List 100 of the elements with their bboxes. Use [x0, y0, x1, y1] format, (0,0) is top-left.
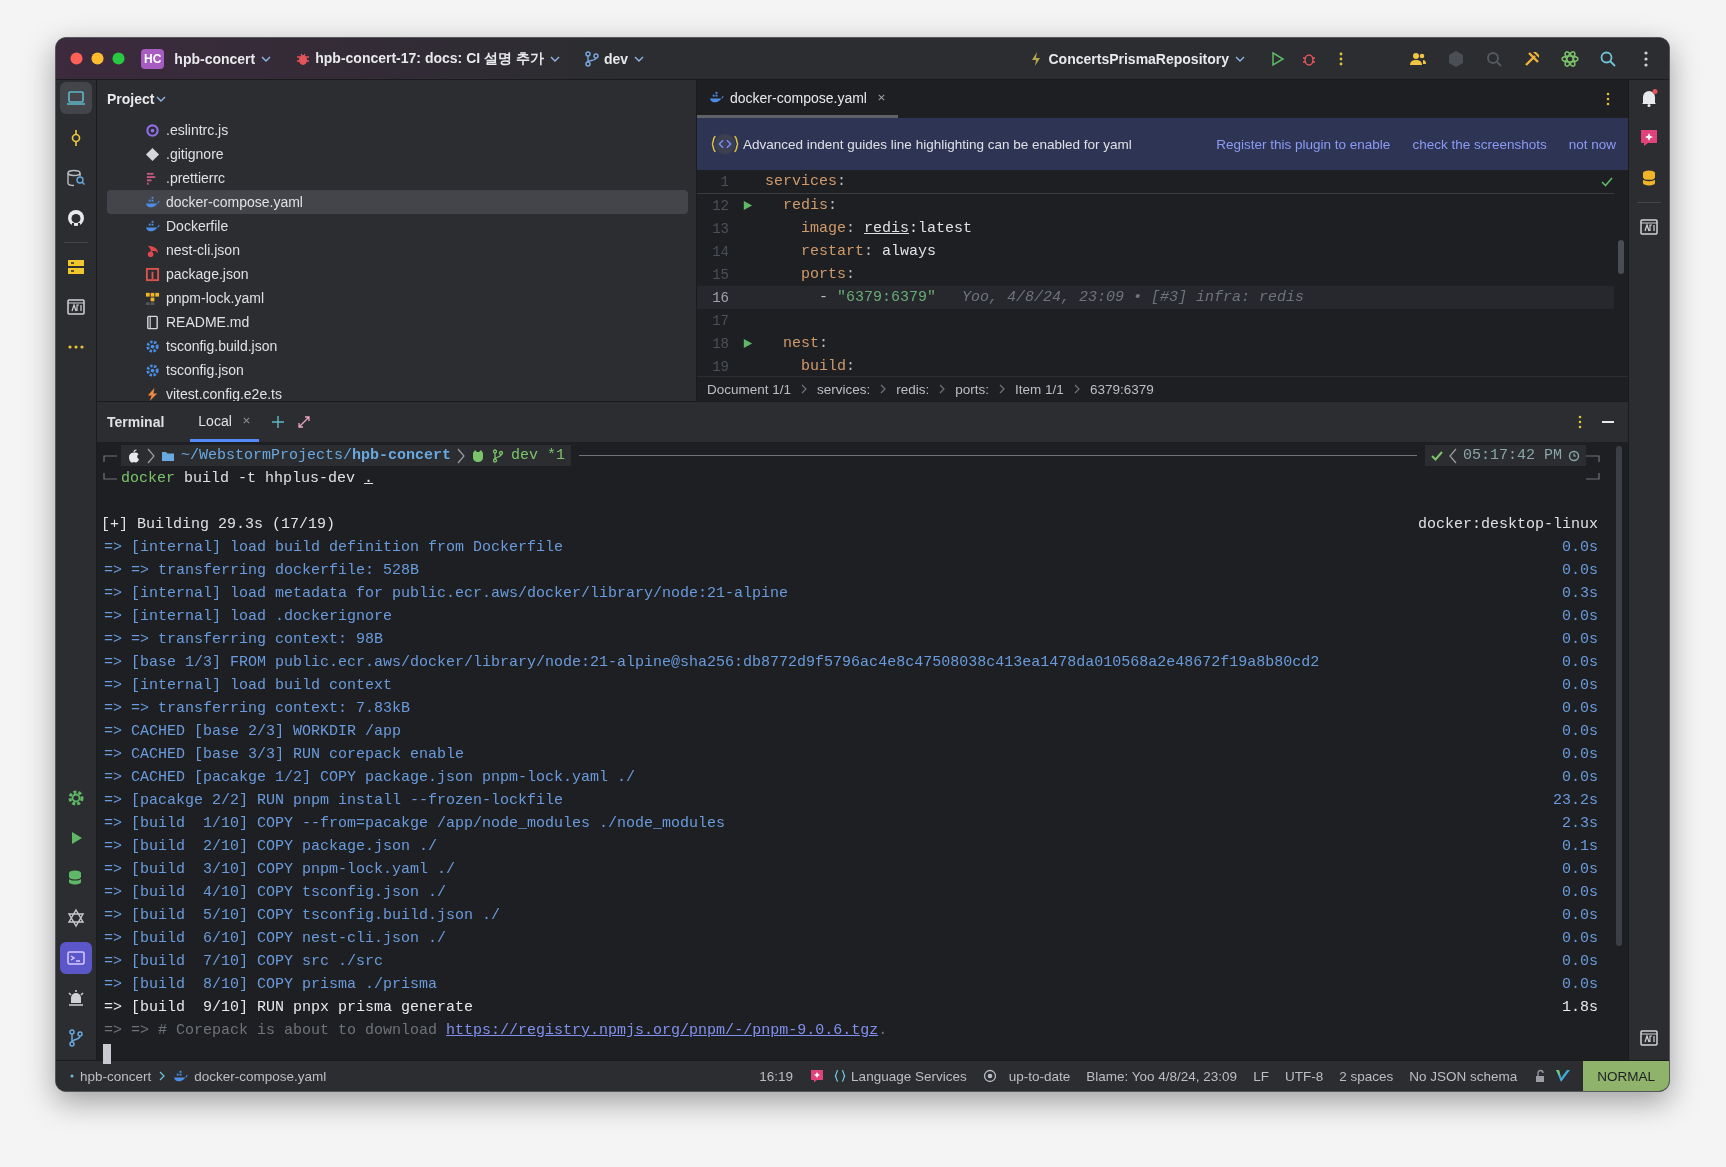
api-icon[interactable]: [1639, 1028, 1659, 1048]
settings-icon[interactable]: [66, 788, 86, 808]
output-line: => CACHED [base 2/3] WORKDIR /app: [104, 723, 402, 740]
workspace-selector[interactable]: hpb-concert: [170, 50, 260, 67]
line-ending[interactable]: LF: [1253, 1068, 1269, 1084]
output-line: => => transferring context: 7.83kB: [104, 700, 411, 717]
close-icon[interactable]: [241, 416, 251, 425]
output-duration: 0.0s: [1562, 930, 1598, 947]
vcs-status[interactable]: up-to-date: [1008, 1068, 1071, 1084]
run-config-selector[interactable]: ConcertsPrismaRepository: [1044, 50, 1233, 67]
file-item[interactable]: .eslintrc.js: [107, 118, 688, 142]
star-of-david-icon[interactable]: [66, 908, 86, 928]
terminal-icon[interactable]: [60, 942, 92, 974]
output-duration: 0.0s: [1562, 861, 1598, 878]
line-number: 16: [711, 289, 729, 306]
whale-icon: [145, 194, 160, 210]
alarm-icon[interactable]: [66, 988, 86, 1008]
code-line: - "6379:6379" Yoo, 4/8/24, 23:09 • [#3] infra: redis: [818, 289, 1305, 306]
close-icon[interactable]: [876, 93, 886, 102]
indent-setting[interactable]: 2 spaces: [1339, 1068, 1394, 1084]
breadcrumb[interactable]: 6379:6379: [1089, 381, 1154, 397]
breadcrumb[interactable]: Document 1/1: [707, 381, 792, 397]
radio-dot-icon: [982, 1069, 997, 1083]
file-item[interactable]: nest-cli.json: [107, 238, 688, 262]
tools-icon[interactable]: [1523, 49, 1541, 68]
breadcrumb[interactable]: ports:: [955, 381, 990, 397]
output-duration: 23.2s: [1553, 792, 1598, 809]
output-line: => [build 2/10] COPY package.json ./: [104, 838, 438, 855]
plus-icon[interactable]: [270, 415, 285, 429]
sparkle-icon[interactable]: [809, 1068, 826, 1084]
file-item[interactable]: docker-compose.yaml: [107, 190, 688, 214]
api-icon[interactable]: [1639, 217, 1659, 237]
expand-icon[interactable]: [296, 415, 311, 429]
server-icon[interactable]: [66, 257, 86, 277]
banner-link[interactable]: check the screenshots: [1412, 136, 1547, 152]
banner-link[interactable]: Register this plugin to enable: [1216, 136, 1391, 152]
blame-info[interactable]: Blame: Yoo 4/8/24, 23:09: [1086, 1068, 1238, 1084]
output-duration: 0.0s: [1562, 677, 1598, 694]
output-line: => [build 4/10] COPY tsconfig.json ./: [104, 884, 447, 901]
project-view-selector[interactable]: Project: [107, 91, 155, 107]
status-breadcrumb[interactable]: hpb-concert: [80, 1068, 152, 1084]
json-schema[interactable]: No JSON schema: [1409, 1068, 1518, 1084]
file-item[interactable]: .prettierrc: [107, 166, 688, 190]
square-icon: [145, 266, 160, 282]
branch-icon[interactable]: [66, 1028, 86, 1048]
breadcrumb[interactable]: Item 1/1: [1015, 381, 1064, 397]
run-icon[interactable]: [741, 200, 753, 211]
caret-position[interactable]: 16:19: [759, 1068, 794, 1084]
output-duration: 0.0s: [1562, 769, 1598, 786]
output-line: => [build 5/10] COPY tsconfig.build.json ./: [104, 907, 501, 924]
run-icon[interactable]: [741, 338, 753, 349]
panel-title: Terminal: [107, 414, 165, 430]
file-item[interactable]: tsconfig.build.json: [107, 334, 688, 358]
download-link[interactable]: https://registry.npmjs.org/pnpm/-/pnpm-9.0.6.tgz: [446, 1022, 879, 1039]
output-duration: 2.3s: [1562, 815, 1598, 832]
chevron-right-icon: [457, 447, 466, 464]
prompt-branch: dev *1: [511, 447, 566, 464]
whale-icon: [145, 218, 160, 234]
monitor-icon[interactable]: [60, 82, 92, 114]
chevron-right-icon: [939, 384, 946, 394]
branch-icon: [491, 448, 506, 463]
diamond-icon: [145, 146, 160, 162]
search-icon[interactable]: [1599, 49, 1617, 68]
close-dot-icon[interactable]: [70, 52, 83, 65]
chevron-right-icon: [159, 1071, 166, 1081]
file-item[interactable]: README.md: [107, 310, 688, 334]
atom-icon[interactable]: [1561, 49, 1579, 68]
output-line: => CACHED [pacakge 1/2] COPY package.json pnpm-lock.yaml ./: [104, 769, 636, 786]
file-item[interactable]: Dockerfile: [107, 214, 688, 238]
check-mark-icon[interactable]: [1555, 1068, 1572, 1084]
breadcrumb[interactable]: services:: [817, 381, 871, 397]
status-breadcrumb[interactable]: docker-compose.yaml: [194, 1068, 327, 1084]
file-item[interactable]: package.json: [107, 262, 688, 286]
sparkle-icon[interactable]: [1639, 128, 1659, 148]
file-item[interactable]: .gitignore: [107, 142, 688, 166]
scrollbar[interactable]: [1618, 240, 1624, 274]
minimize-dot-icon[interactable]: [91, 52, 104, 65]
language-services-button[interactable]: Language Services: [851, 1068, 967, 1084]
file-item[interactable]: tsconfig.json: [107, 358, 688, 382]
gear-icon: [145, 362, 160, 378]
file-encoding[interactable]: UTF-8: [1284, 1068, 1324, 1084]
output-duration: 0.0s: [1562, 631, 1598, 648]
banner-message: Advanced indent guides line highlighting can be enabled for yaml: [743, 136, 1132, 152]
task-selector[interactable]: hpb-concert-17: docs: CI 설명 추가: [311, 49, 548, 68]
file-item[interactable]: vitest.config.e2e.ts: [107, 382, 688, 401]
file-item[interactable]: pnpm-lock.yaml: [107, 286, 688, 310]
database-search-icon[interactable]: [66, 168, 86, 188]
api-icon[interactable]: [66, 297, 86, 317]
branch-selector[interactable]: dev: [599, 50, 633, 67]
prompt-path: ~/WebstormProjects/hpb-concert: [181, 447, 452, 464]
run-icon[interactable]: [1269, 50, 1285, 67]
terminal-tab[interactable]: Local: [190, 402, 259, 442]
apple-icon: [127, 448, 141, 463]
scrollbar[interactable]: [1616, 446, 1622, 946]
output-duration: 0.0s: [1562, 723, 1598, 740]
breadcrumb[interactable]: redis:: [896, 381, 930, 397]
zoom-dot-icon[interactable]: [112, 52, 125, 65]
output-line: => [build 7/10] COPY src ./src: [104, 953, 384, 970]
banner-link[interactable]: not now: [1568, 136, 1616, 152]
output-duration: 0.0s: [1562, 976, 1598, 993]
